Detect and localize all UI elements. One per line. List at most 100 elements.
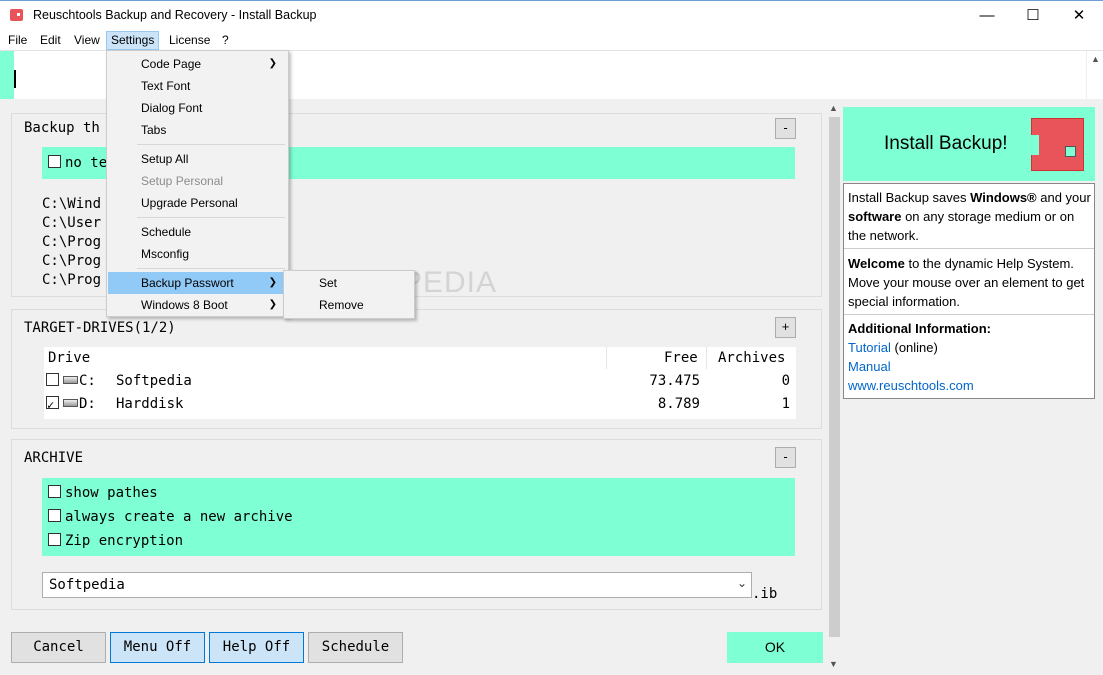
archive-name-combobox[interactable]: Softpedia ⌄ (42, 572, 752, 598)
menu-help[interactable]: ? (218, 31, 233, 50)
drive-checkbox[interactable] (46, 373, 59, 386)
help-section-welcome: Welcome to the dynamic Help System. Move… (848, 256, 1085, 309)
help-title: Install Backup! (884, 133, 1008, 154)
show-pathes-checkbox[interactable]: show pathes (48, 485, 158, 501)
checkbox-icon[interactable] (48, 533, 61, 546)
menu-item-tabs[interactable]: Tabs (108, 119, 287, 141)
target-drives-expand-button[interactable]: + (775, 317, 796, 338)
puzzle-logo-icon (1031, 118, 1084, 171)
menu-off-button[interactable]: Menu Off (110, 632, 205, 663)
menu-separator (137, 268, 285, 269)
menu-item-backup-passwort[interactable]: Backup Passwort ❯ (108, 272, 287, 294)
column-header-archives[interactable]: Archives (718, 347, 785, 369)
hard-drive-icon (63, 399, 78, 407)
menu-settings[interactable]: Settings (106, 31, 160, 50)
window-title: Reuschtools Backup and Recovery - Instal… (33, 8, 317, 22)
menu-edit[interactable]: Edit (36, 31, 65, 50)
menu-license[interactable]: License (165, 31, 214, 50)
hard-drive-icon (63, 376, 78, 384)
chevron-right-icon: ❯ (268, 58, 277, 69)
settings-dropdown: Code Page ❯ Text Font Dialog Font Tabs Se… (106, 50, 289, 317)
cancel-button[interactable]: Cancel (11, 632, 106, 663)
zip-encryption-checkbox[interactable]: Zip encryption (48, 533, 183, 549)
checkbox-icon[interactable] (48, 509, 61, 522)
archive-title: ARCHIVE (24, 450, 84, 466)
drive-archives: 0 (781, 373, 790, 389)
table-row[interactable]: C: Softpedia 73.475 0 (44, 370, 796, 393)
menu-item-msconfig[interactable]: Msconfig (108, 243, 287, 265)
path-item: C:\Prog (42, 272, 102, 288)
tutorial-suffix: (online) (890, 340, 938, 355)
scroll-up-icon[interactable]: ▲ (1091, 54, 1100, 64)
text-caret (14, 70, 16, 88)
chevron-right-icon: ❯ (268, 299, 277, 310)
drive-letter: D: (79, 396, 96, 412)
column-divider (706, 347, 707, 369)
menu-item-windows-8-boot[interactable]: Windows 8 Boot ❯ (108, 294, 287, 316)
menu-item-setup-personal: Setup Personal (141, 174, 224, 188)
checkbox-icon[interactable] (48, 485, 61, 498)
menu-item-dialog-font[interactable]: Dialog Font (108, 97, 287, 119)
website-link[interactable]: www.reuschtools.com (848, 378, 974, 393)
minimize-button[interactable]: — (964, 0, 1010, 30)
additional-info-heading: Additional Information: (848, 321, 991, 336)
archive-collapse-button[interactable]: - (775, 447, 796, 468)
drive-row-c: C: (46, 370, 96, 393)
checkbox-label: no te (65, 155, 108, 171)
ok-button[interactable]: OK (727, 632, 823, 663)
tutorial-link[interactable]: Tutorial (848, 340, 891, 355)
submenu-item-set[interactable]: Set (285, 272, 413, 294)
drive-name: Harddisk (116, 396, 184, 412)
help-section-intro: Install Backup saves Windows® and your s… (848, 190, 1091, 243)
new-archive-checkbox[interactable]: always create a new archive (48, 509, 293, 525)
path-item: C:\Wind (42, 196, 102, 212)
menu-separator (137, 217, 285, 218)
checkbox-label: always create a new archive (65, 509, 293, 525)
manual-link[interactable]: Manual (848, 359, 891, 374)
menu-separator (137, 144, 285, 145)
drive-row-d: D: (46, 393, 96, 417)
menu-item-schedule[interactable]: Schedule (108, 221, 287, 243)
drive-free: 73.475 (649, 373, 700, 389)
editor-margin (0, 51, 14, 99)
column-header-free[interactable]: Free (664, 347, 698, 369)
archive-extension: .ib (752, 586, 778, 602)
menu-item-text-font[interactable]: Text Font (108, 75, 287, 97)
backup-collapse-button[interactable]: - (775, 118, 796, 139)
target-drives-title: TARGET-DRIVES(1/2) (24, 320, 176, 336)
checkbox-icon[interactable] (48, 155, 61, 168)
scroll-down-icon[interactable]: ▼ (829, 659, 838, 669)
submenu-item-remove[interactable]: Remove (285, 294, 413, 316)
drive-free: 8.789 (657, 396, 700, 412)
editor-scrollbar[interactable]: ▲ (1086, 51, 1103, 99)
column-divider (606, 347, 607, 369)
app-icon[interactable] (10, 9, 23, 21)
checkbox-label: show pathes (65, 485, 158, 501)
help-off-button[interactable]: Help Off (209, 632, 304, 663)
help-divider (844, 314, 1094, 315)
no-text-checkbox[interactable]: no te (48, 155, 107, 171)
menu-item-setup-all[interactable]: Setup All (108, 148, 287, 170)
chevron-right-icon: ❯ (268, 277, 277, 288)
menu-item-code-page[interactable]: Code Page ❯ (108, 53, 287, 75)
scroll-up-icon[interactable]: ▲ (829, 103, 838, 113)
backup-group-title: Backup th (24, 120, 100, 136)
menu-file[interactable]: File (4, 31, 31, 50)
path-item: C:\Prog (42, 234, 102, 250)
drive-name: Softpedia (116, 373, 192, 389)
drive-checkbox[interactable] (46, 394, 59, 417)
path-item: C:\User (42, 215, 102, 231)
column-header-drive[interactable]: Drive (48, 347, 90, 369)
chevron-down-icon[interactable]: ⌄ (737, 576, 747, 590)
table-row[interactable]: D: Harddisk 8.789 1 (44, 393, 796, 417)
menu-view[interactable]: View (70, 31, 104, 50)
schedule-button[interactable]: Schedule (308, 632, 403, 663)
menu-item-upgrade-personal[interactable]: Upgrade Personal (108, 192, 287, 214)
close-button[interactable]: ✕ (1056, 0, 1102, 30)
maximize-button[interactable]: ☐ (1010, 0, 1056, 30)
scrollbar-thumb[interactable] (829, 117, 840, 637)
drive-letter: C: (79, 373, 96, 389)
path-item: C:\Prog (42, 253, 102, 269)
drive-table: Drive Free Archives C: Softpedia 73.475 … (44, 347, 796, 419)
help-body: Install Backup saves Windows® and your s… (843, 183, 1095, 399)
